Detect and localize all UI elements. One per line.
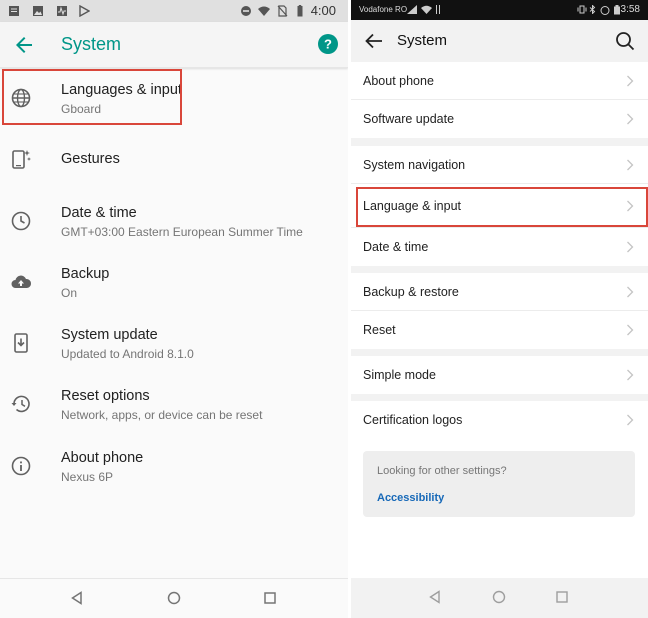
nav-home-icon[interactable] — [492, 590, 506, 604]
settings-item-software-update[interactable]: Software update — [351, 100, 648, 138]
alarm-icon — [600, 6, 610, 15]
settings-item-label: Backup & restore — [363, 285, 459, 299]
help-icon[interactable]: ? — [318, 34, 338, 54]
nav-back-icon[interactable] — [428, 590, 442, 604]
settings-item-subtitle: Network, apps, or device can be reset — [61, 408, 263, 423]
settings-item-title: Date & time — [61, 204, 137, 221]
settings-item-title: About phone — [61, 449, 144, 466]
settings-item-label: System navigation — [363, 158, 466, 172]
left-phone-screen: 4:00 System ? Languages & input Gboard G… — [0, 0, 348, 618]
back-arrow-icon[interactable] — [363, 30, 385, 52]
play-store-icon — [79, 5, 90, 17]
system-update-icon — [14, 333, 28, 353]
settings-item-gestures[interactable]: Gestures — [0, 129, 348, 190]
settings-item-title: Backup — [61, 265, 110, 282]
settings-item-simple-mode[interactable]: Simple mode — [351, 356, 648, 394]
battery-icon — [297, 5, 303, 17]
settings-group: Certification logos — [351, 401, 648, 439]
chevron-right-icon — [627, 286, 634, 298]
status-bar: 4:00 — [0, 0, 348, 22]
settings-group: Simple mode — [351, 356, 648, 394]
chevron-right-icon — [627, 113, 634, 125]
bluetooth-icon — [589, 5, 596, 14]
settings-item-languages[interactable]: Languages & input Gboard — [0, 68, 348, 129]
nav-recents-icon[interactable] — [263, 591, 277, 605]
activity-icon — [57, 6, 67, 16]
settings-item-title: Reset options — [61, 388, 150, 405]
settings-item-label: Certification logos — [363, 413, 463, 427]
settings-item-label: About phone — [363, 74, 434, 88]
image-icon — [33, 6, 43, 16]
settings-group: Backup & restore Reset — [351, 273, 648, 349]
settings-item-reset-options[interactable]: Reset options Network, apps, or device c… — [0, 374, 348, 435]
settings-item-reset[interactable]: Reset — [351, 311, 648, 349]
settings-item-about-phone[interactable]: About phone Nexus 6P — [0, 436, 348, 497]
settings-item-system-navigation[interactable]: System navigation — [351, 146, 648, 184]
app-bar: System — [351, 20, 648, 62]
chevron-right-icon — [627, 414, 634, 426]
gestures-icon — [12, 150, 31, 170]
signal-icon — [407, 5, 417, 14]
vibrate-icon — [577, 5, 587, 14]
settings-item-backup-restore[interactable]: Backup & restore — [351, 273, 648, 311]
accessibility-link[interactable]: Accessibility — [377, 492, 444, 504]
settings-item-label: Software update — [363, 112, 455, 126]
svg-text:?: ? — [324, 37, 332, 52]
settings-item-subtitle: GMT+03:00 Eastern European Summer Time — [61, 224, 303, 239]
settings-item-label: Date & time — [363, 240, 429, 254]
chevron-right-icon — [627, 324, 634, 336]
info-icon — [11, 456, 31, 476]
highlight-box — [2, 69, 182, 125]
navigation-bar — [351, 578, 648, 618]
highlight-box — [356, 187, 648, 227]
settings-item-subtitle: On — [61, 285, 78, 300]
status-bar: Vodafone RO 3:58 — [351, 0, 648, 20]
data-arrows-icon — [436, 5, 440, 14]
settings-item-about-phone[interactable]: About phone — [351, 62, 648, 100]
clock-icon — [11, 211, 31, 230]
chevron-right-icon — [627, 75, 634, 87]
nav-recents-icon[interactable] — [555, 590, 569, 604]
settings-item-subtitle: Nexus 6P — [61, 469, 114, 484]
status-time: 4:00 — [310, 3, 336, 18]
page-title: System — [61, 34, 122, 54]
nav-home-icon[interactable] — [167, 591, 181, 605]
wifi-icon — [258, 6, 270, 16]
carrier-name: Vodafone RO — [359, 5, 408, 14]
app-bar: System ? — [0, 22, 348, 68]
nav-back-icon[interactable] — [70, 591, 84, 605]
status-time: 3:58 — [620, 4, 640, 15]
settings-item-label: Reset — [363, 323, 396, 337]
settings-item-title: Gestures — [61, 151, 120, 168]
chevron-right-icon — [627, 369, 634, 381]
cloud-upload-icon — [11, 275, 32, 288]
settings-group: About phone Software update — [351, 62, 648, 138]
settings-item-backup[interactable]: Backup On — [0, 252, 348, 313]
wifi-icon — [421, 5, 432, 14]
settings-item-title: System update — [61, 327, 158, 344]
settings-item-date-time[interactable]: Date & time — [351, 228, 648, 266]
search-icon[interactable] — [614, 30, 636, 52]
settings-list: Languages & input Gboard Gestures Date &… — [0, 68, 348, 497]
settings-item-subtitle: Updated to Android 8.1.0 — [61, 347, 194, 362]
navigation-bar — [0, 578, 348, 618]
chevron-right-icon — [627, 159, 634, 171]
notes-icon — [9, 6, 19, 16]
no-sim-icon — [277, 5, 288, 17]
suggestion-question: Looking for other settings? — [377, 465, 507, 477]
suggestion-card: Looking for other settings? Accessibilit… — [363, 451, 635, 517]
settings-item-certification-logos[interactable]: Certification logos — [351, 401, 648, 439]
settings-item-system-update[interactable]: System update Updated to Android 8.1.0 — [0, 313, 348, 374]
chevron-right-icon — [627, 241, 634, 253]
page-title: System — [397, 32, 448, 49]
history-icon — [11, 396, 30, 413]
settings-item-date-time[interactable]: Date & time GMT+03:00 Eastern European S… — [0, 191, 348, 252]
dnd-icon — [241, 6, 251, 16]
settings-item-label: Simple mode — [363, 368, 436, 382]
right-phone-screen: Vodafone RO 3:58 System About phone Soft… — [351, 0, 648, 618]
back-arrow-icon[interactable] — [12, 33, 36, 57]
